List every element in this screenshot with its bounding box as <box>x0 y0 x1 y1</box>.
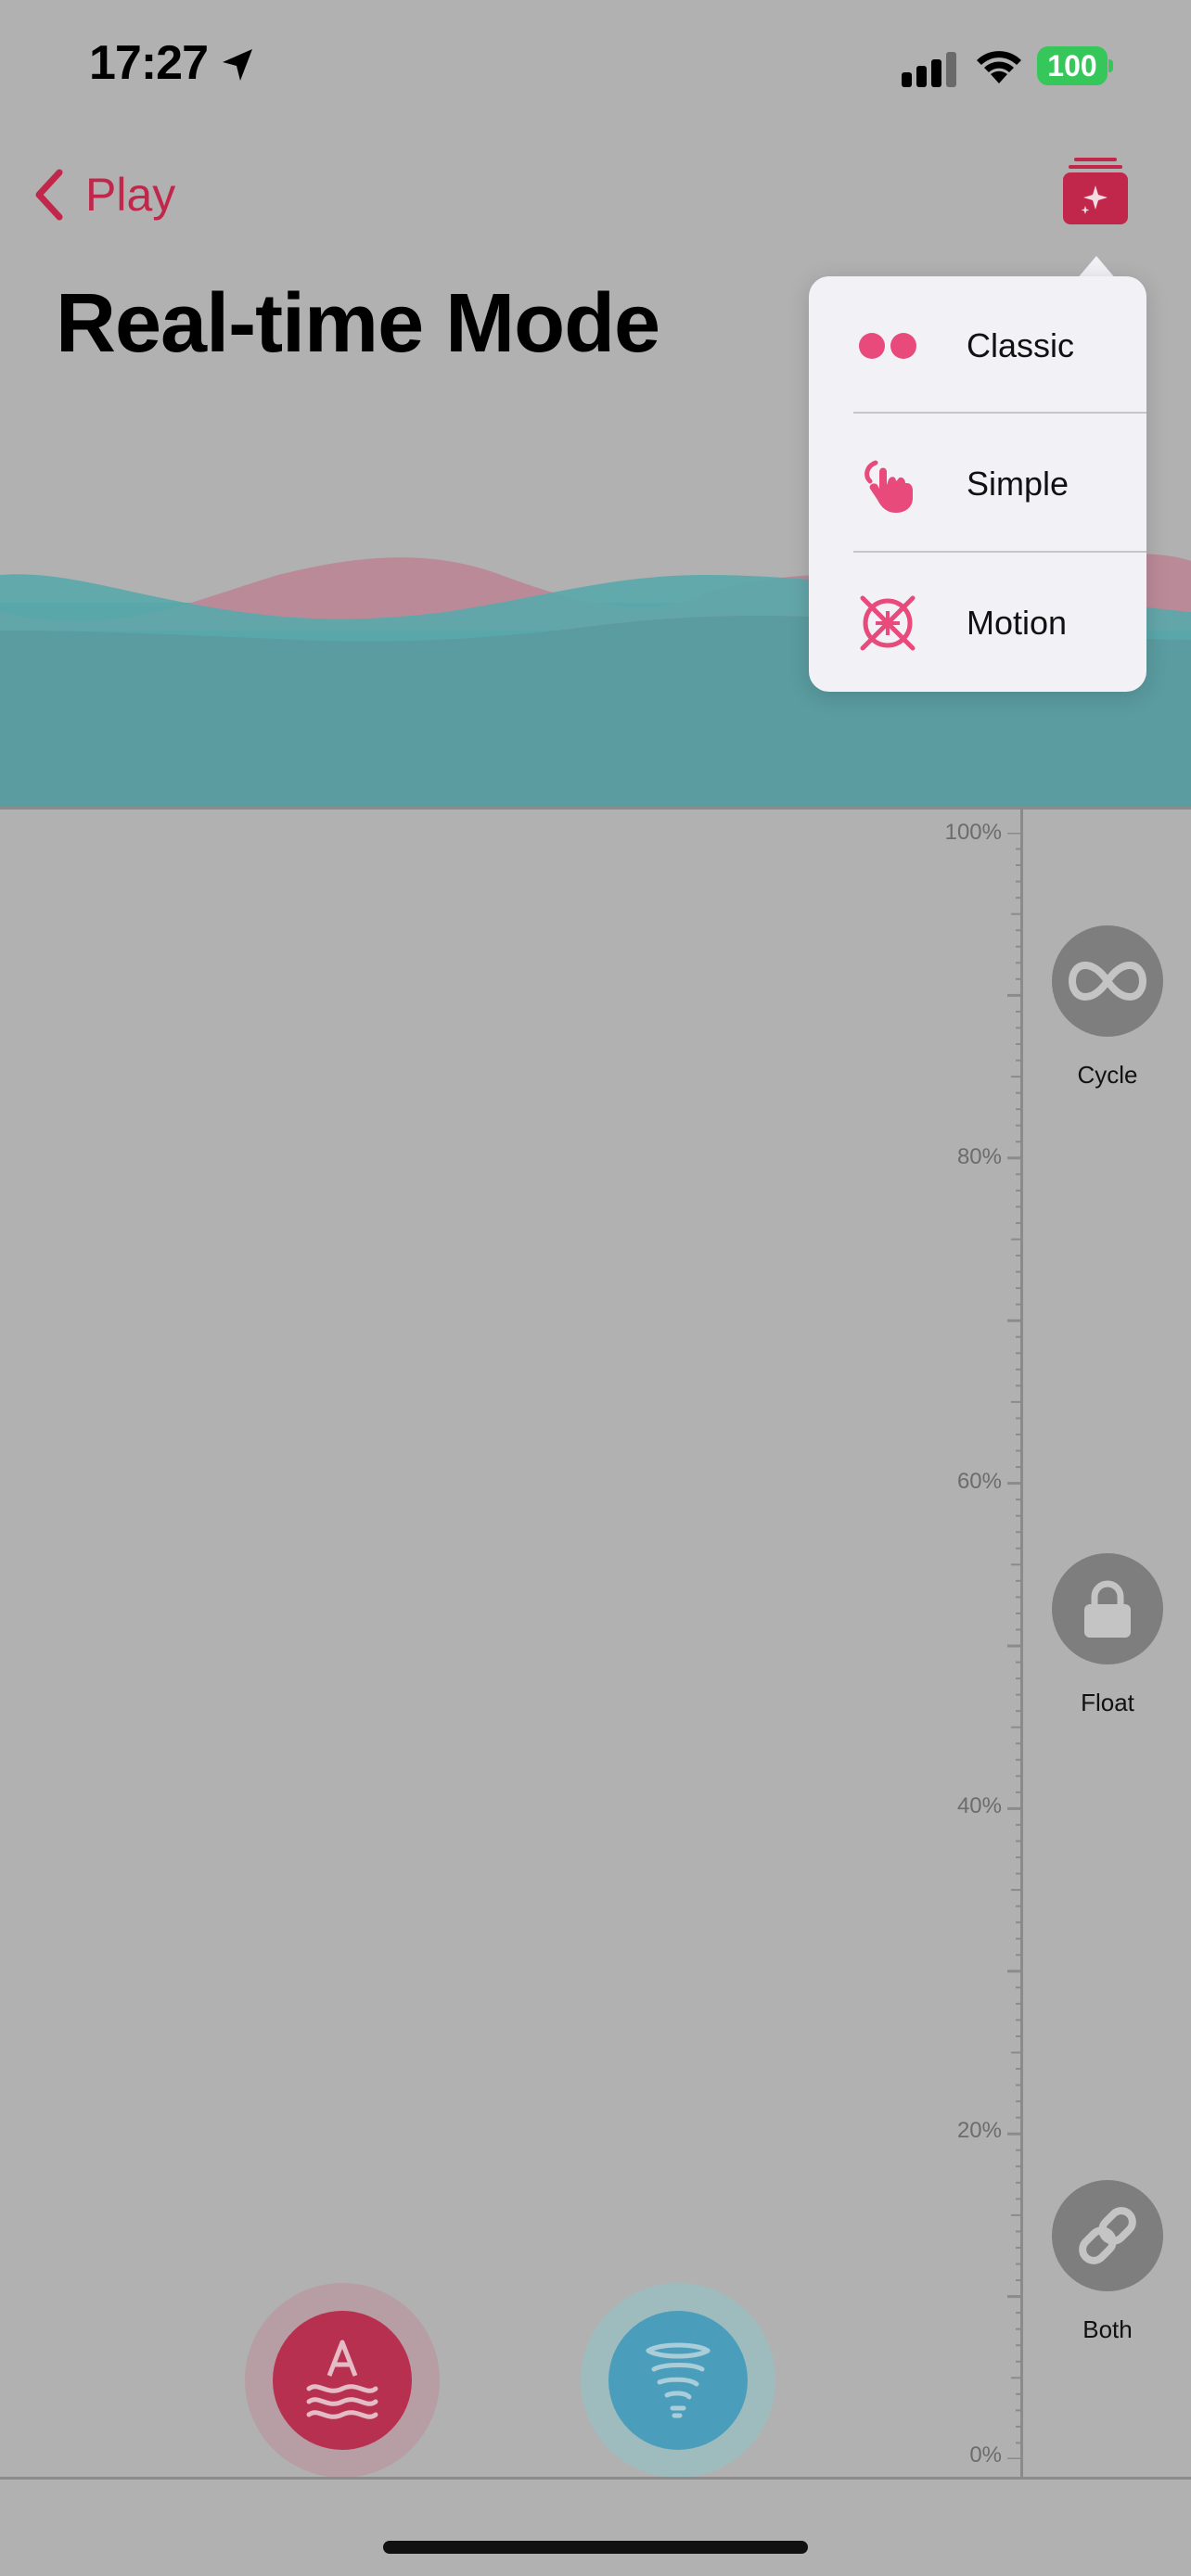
menu-item-simple[interactable]: Simple <box>809 414 1146 553</box>
letter-a-waves-icon <box>306 2340 378 2419</box>
page-title: Real-time Mode <box>56 277 660 370</box>
cellular-signal-icon <box>902 52 956 87</box>
mode-menu: Classic Simple Motion <box>809 276 1146 692</box>
menu-item-label: Motion <box>967 603 1068 642</box>
location-arrow-icon <box>223 49 252 81</box>
wifi-icon <box>977 51 1021 83</box>
mode-selector-button[interactable] <box>1063 158 1128 224</box>
hand-tap-icon <box>857 453 918 515</box>
infinity-icon <box>1068 961 1147 1001</box>
scale-label: 0% <box>969 2442 1002 2468</box>
cycle-label: Cycle <box>1077 1061 1138 1089</box>
scale-label: 20% <box>956 2118 1002 2143</box>
both-button[interactable]: Both <box>1052 2180 1163 2344</box>
menu-item-motion[interactable]: Motion <box>809 554 1146 692</box>
tornado-icon <box>646 2342 711 2418</box>
float-label: Float <box>1081 1689 1134 1716</box>
menu-item-label: Classic <box>967 325 1075 364</box>
back-label: Play <box>85 169 176 221</box>
scale-label: 100% <box>944 820 1002 845</box>
battery-icon: 100 <box>1037 46 1113 85</box>
scale-label: 80% <box>956 1144 1002 1169</box>
cycle-button[interactable]: Cycle <box>1052 925 1163 1090</box>
float-button[interactable]: Float <box>1052 1553 1163 1717</box>
scale-ticks <box>1007 833 1022 2459</box>
wave-divider <box>0 807 1191 810</box>
menu-item-classic[interactable]: Classic <box>809 276 1146 414</box>
back-button[interactable]: Play <box>33 158 175 232</box>
bottom-divider <box>0 2477 1191 2480</box>
menu-item-label: Simple <box>967 464 1069 503</box>
two-dots-icon <box>857 315 918 376</box>
home-indicator[interactable] <box>383 2541 808 2554</box>
lock-icon <box>1084 1580 1131 1638</box>
battery-level: 100 <box>1037 46 1108 85</box>
link-icon <box>1079 2207 1136 2264</box>
waves-a-button[interactable] <box>245 2283 440 2478</box>
both-label: Both <box>1082 2315 1133 2343</box>
status-time: 17:27 <box>89 36 209 90</box>
scale-label: 60% <box>956 1469 1002 1494</box>
chevron-left-icon <box>35 169 63 221</box>
scale-label: 40% <box>956 1793 1002 1818</box>
crosshair-x-icon <box>857 593 918 654</box>
tornado-button[interactable] <box>581 2283 775 2478</box>
